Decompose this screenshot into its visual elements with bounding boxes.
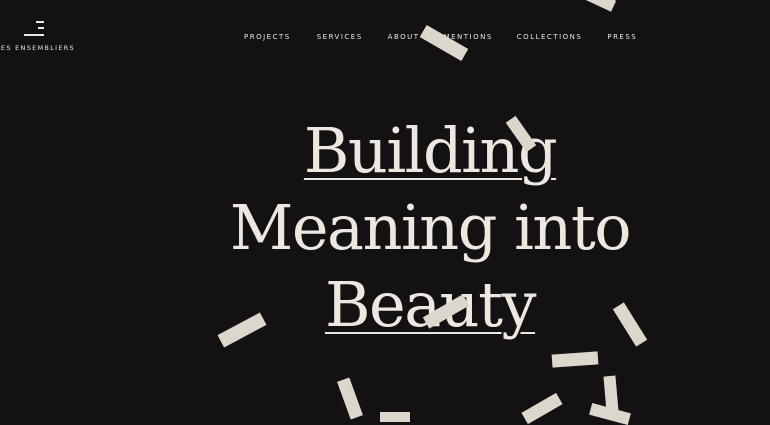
confetti-shape [589,403,631,425]
nav-item-projects[interactable]: PROJECTS [244,33,291,41]
nav-item-mentions[interactable]: MENTIONS [444,33,493,41]
hero-line-2: Meaning into [229,191,632,264]
hero-word-building[interactable]: Building [304,114,558,187]
logo[interactable]: LES ENSEMBLIERS [0,18,90,54]
nav-item-about[interactable]: ABOUT [388,33,420,41]
confetti-shape [337,377,363,420]
nav-item-services[interactable]: SERVICES [317,33,363,41]
confetti-shape [419,24,469,62]
hero-word-beauty[interactable]: Beauty [325,268,537,341]
hero-line-3: Beauty [0,266,770,343]
confetti-shape [521,392,563,425]
confetti-shape [583,0,617,12]
confetti-shape [551,351,599,368]
hero-line-1: Building [0,112,770,189]
confetti-shape [380,412,410,422]
confetti-shape [603,375,619,413]
brand-name: LES ENSEMBLIERS [0,44,75,52]
main-nav: PROJECTS SERVICES ABOUT MENTIONS COLLECT… [244,33,637,41]
nav-item-collections[interactable]: COLLECTIONS [517,33,583,41]
hero-headline: Building Meaning into Beauty [0,112,770,343]
logo-mark-icon [24,21,44,37]
nav-item-press[interactable]: PRESS [607,33,637,41]
